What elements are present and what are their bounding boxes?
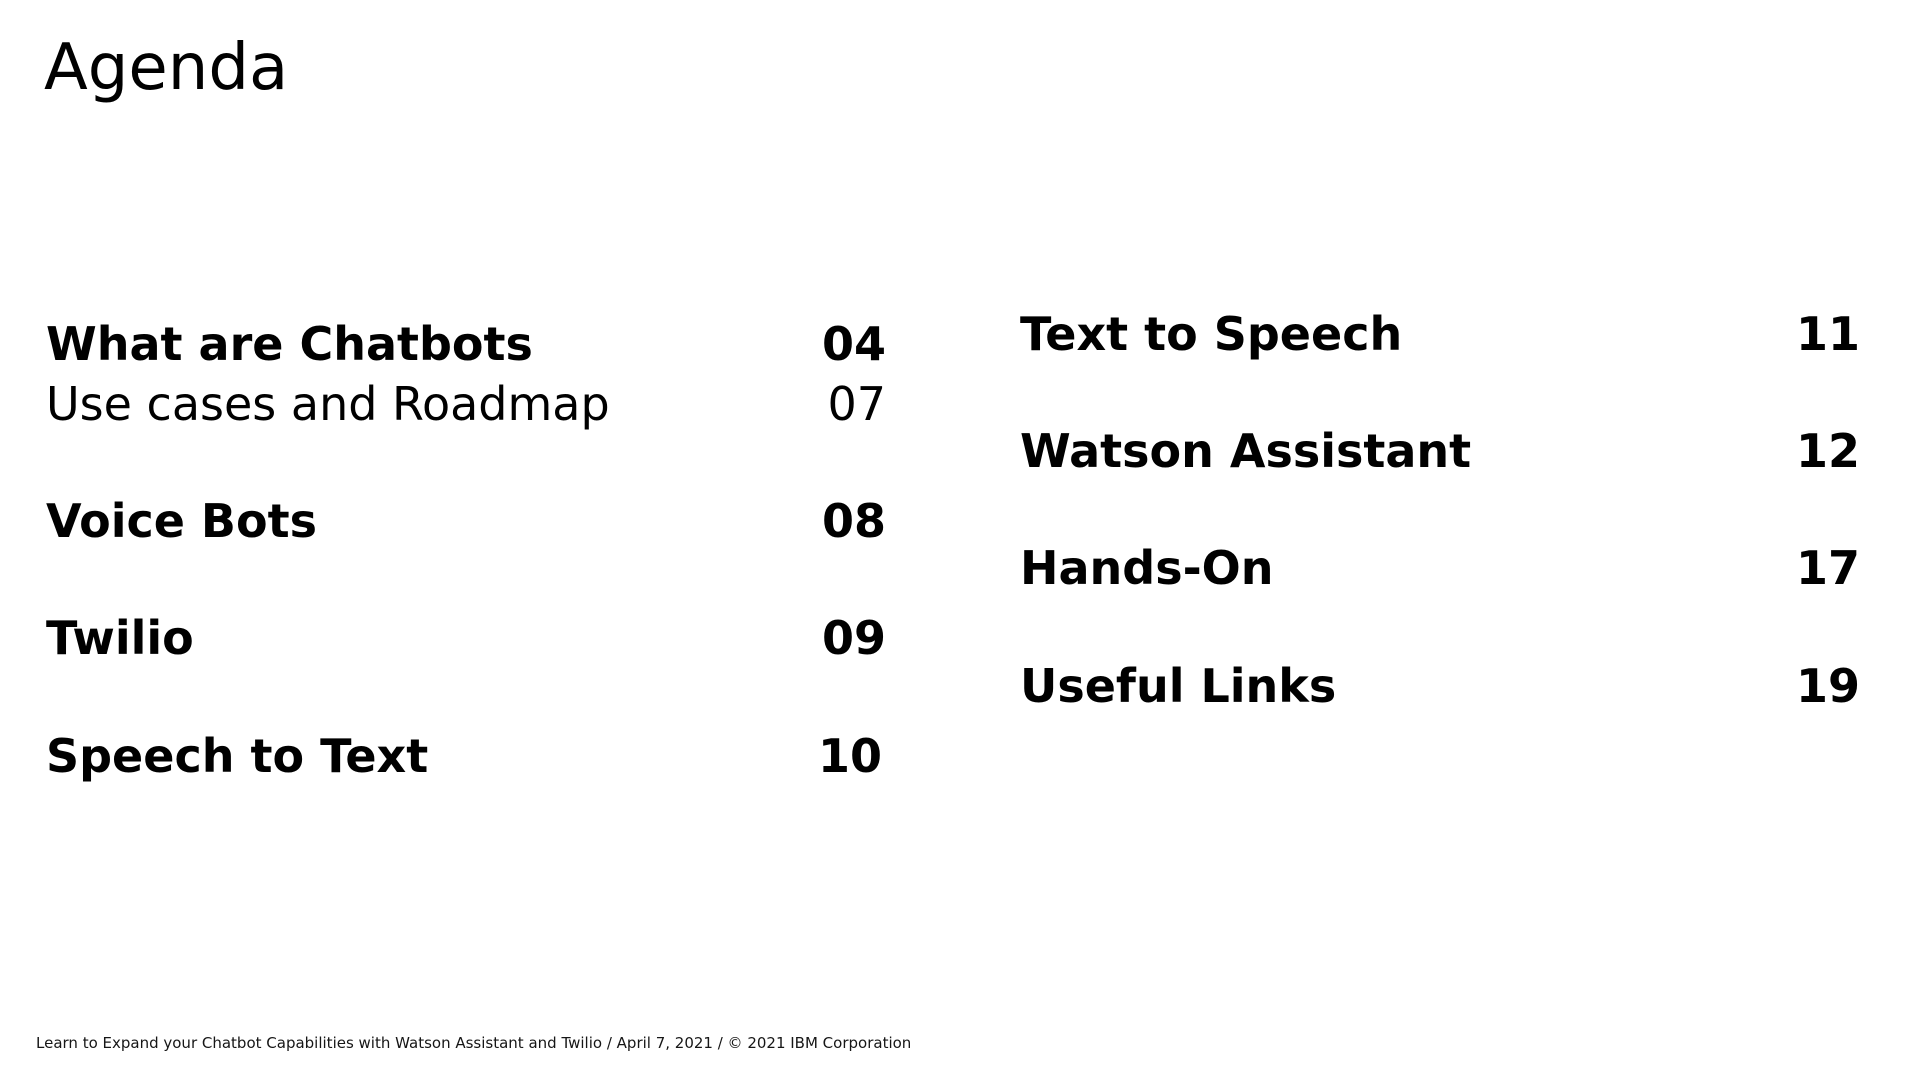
agenda-item-label: Twilio xyxy=(46,611,194,665)
agenda-item-use-cases: Use cases and Roadmap 07 xyxy=(46,374,886,434)
agenda-item-label: What are Chatbots xyxy=(46,317,533,371)
agenda-item-page: 09 xyxy=(821,611,886,665)
agenda-item-voice-bots: Voice Bots 08 xyxy=(46,491,886,551)
agenda-item-label: Hands-On xyxy=(1020,541,1274,595)
agenda-item-label: Watson Assistant xyxy=(1020,424,1472,478)
agenda-item-label: Use cases and Roadmap xyxy=(46,377,610,431)
agenda-item-hands-on: Hands-On 17 xyxy=(1020,538,1860,598)
agenda-item-page: 08 xyxy=(821,494,886,548)
agenda-item-label: Speech to Text xyxy=(46,729,429,783)
agenda-item-page: 17 xyxy=(1795,541,1860,595)
agenda-item-watson-assistant: Watson Assistant 12 xyxy=(1020,421,1860,481)
agenda-item-useful-links: Useful Links 19 xyxy=(1020,656,1860,716)
agenda-item-text-to-speech: Text to Speech 11 xyxy=(1020,304,1860,364)
agenda-item-page: 07 xyxy=(827,377,886,431)
agenda-item-label: Text to Speech xyxy=(1020,307,1403,361)
agenda-item-label: Useful Links xyxy=(1020,659,1337,713)
agenda-item-page: 19 xyxy=(1795,659,1860,713)
agenda-item-page: 12 xyxy=(1795,424,1860,478)
agenda-item-speech-to-text: Speech to Text 10 xyxy=(46,726,886,786)
agenda-item-twilio: Twilio 09 xyxy=(46,608,886,668)
agenda-item-what-are-chatbots: What are Chatbots 04 xyxy=(46,314,886,374)
slide-title: Agenda xyxy=(44,31,289,105)
agenda-item-page: 04 xyxy=(821,317,886,371)
slide-footer: Learn to Expand your Chatbot Capabilitie… xyxy=(36,1034,912,1052)
agenda-item-label: Voice Bots xyxy=(46,494,317,548)
agenda-item-page: 10 xyxy=(817,729,882,783)
agenda-item-page: 11 xyxy=(1795,307,1860,361)
